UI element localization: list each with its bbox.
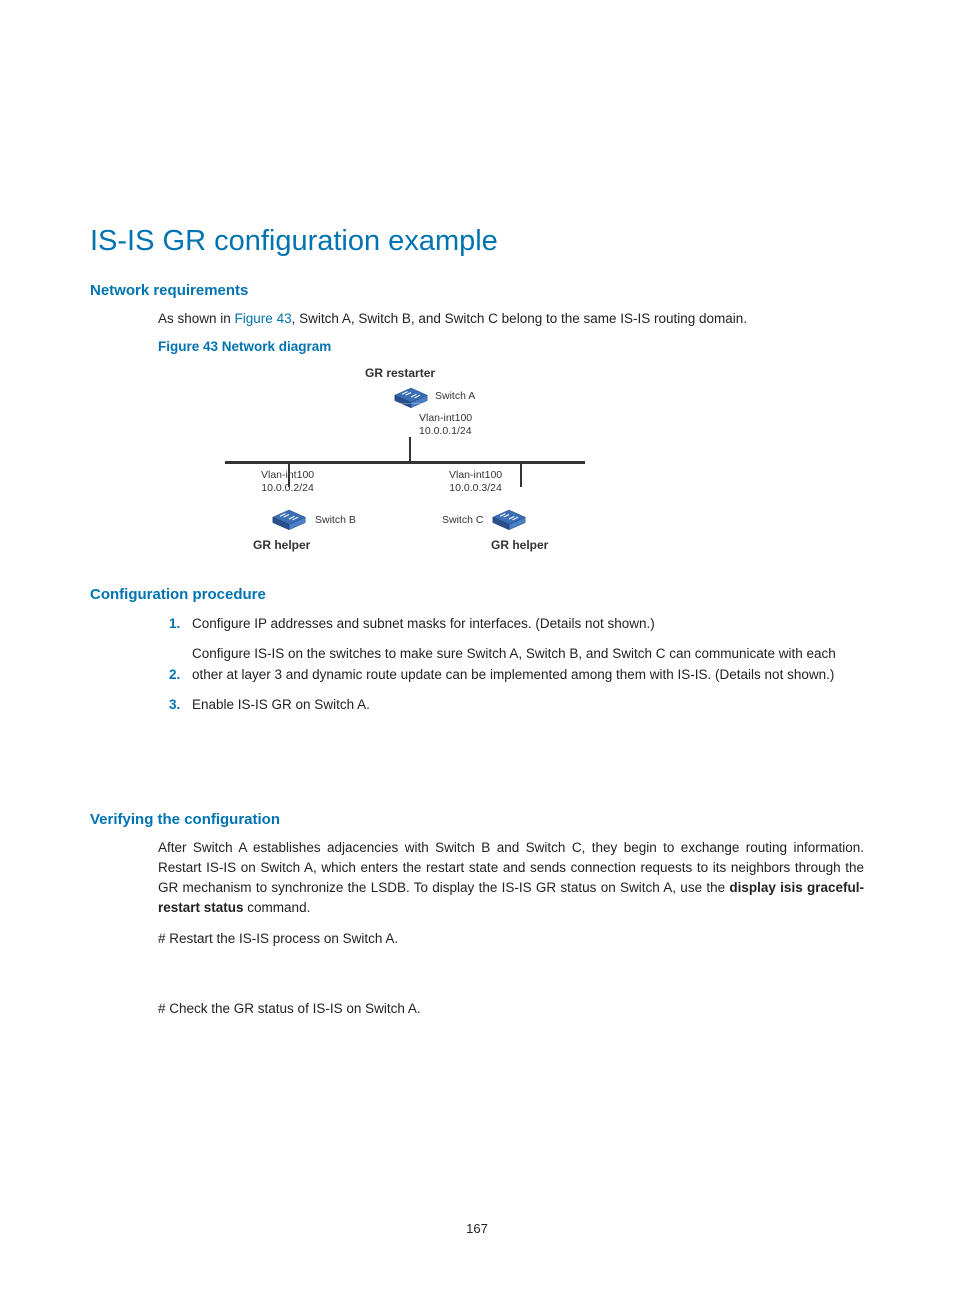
text-prefix: As shown in [158,311,235,326]
list-item: Configure IP addresses and subnet masks … [184,613,864,635]
vlan-b-label: Vlan-int100 10.0.0.2/24 [261,469,314,494]
configuration-steps-list: Configure IP addresses and subnet masks … [158,613,864,715]
verifying-suffix: command. [244,900,311,915]
section-verifying-heading: Verifying the configuration [90,811,864,828]
section-network-requirements-heading: Network requirements [90,282,864,299]
bus-tick [409,437,411,463]
verifying-text: After Switch A establishes adjacencies w… [158,838,864,919]
hash-restart: # Restart the IS-IS process on Switch A. [158,929,864,949]
step-1-text: Configure IP addresses and subnet masks … [184,613,655,635]
switch-a-icon [393,384,429,415]
page-number: 167 [0,1221,954,1236]
network-bus-line [225,461,585,464]
step-3-text: Enable IS-IS GR on Switch A. [184,694,370,716]
step-2-text: Configure IS-IS on the switches to make … [184,643,864,686]
list-item: Configure IS-IS on the switches to make … [184,643,864,686]
switch-c-label: Switch C [442,514,483,527]
network-requirements-text: As shown in Figure 43, Switch A, Switch … [158,309,864,329]
section-configuration-procedure-heading: Configuration procedure [90,586,864,603]
text-suffix: , Switch A, Switch B, and Switch C belon… [292,311,747,326]
page-title: IS-IS GR configuration example [90,225,864,258]
list-item: Enable IS-IS GR on Switch A. [184,694,864,716]
gr-helper-right-label: GR helper [491,538,548,552]
figure-link[interactable]: Figure 43 [235,311,292,326]
verifying-section: Verifying the configuration After Switch… [90,811,864,1020]
gr-restarter-label: GR restarter [365,366,435,380]
figure-caption: Figure 43 Network diagram [158,339,864,354]
switch-a-label: Switch A [435,390,475,403]
switch-b-icon [271,506,307,537]
gr-helper-left-label: GR helper [253,538,310,552]
switch-b-label: Switch B [315,514,356,527]
bus-tick [520,461,522,487]
vlan-a-label: Vlan-int100 10.0.0.1/24 [419,412,472,437]
switch-c-icon [491,506,527,537]
vlan-c-label: Vlan-int100 10.0.0.3/24 [449,469,502,494]
network-diagram: GR restarter Switch A Vlan-int100 10.0.0… [165,366,585,566]
hash-check: # Check the GR status of IS-IS on Switch… [158,999,864,1019]
